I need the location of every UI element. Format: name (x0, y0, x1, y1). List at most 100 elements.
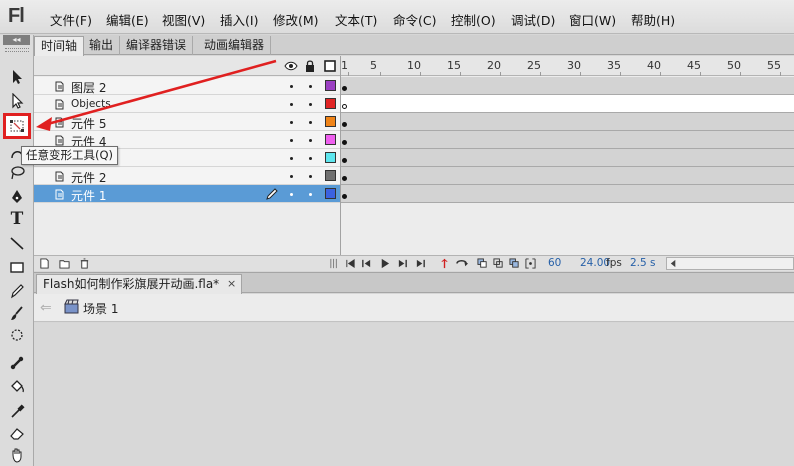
line-icon[interactable] (6, 233, 28, 253)
keyframe[interactable] (342, 194, 347, 199)
document-tab[interactable]: Flash如何制作彩旗展开动画.fla* × (36, 274, 243, 294)
keyframe[interactable] (342, 176, 347, 181)
layer-name[interactable]: 元件 2 (71, 169, 106, 186)
menu-text[interactable]: 文本(T) (335, 10, 377, 29)
empty-keyframe[interactable] (342, 104, 347, 109)
eye-icon[interactable] (284, 59, 298, 73)
close-icon[interactable]: × (227, 275, 236, 293)
selection-arrow-icon[interactable] (6, 67, 28, 87)
layer-outline-color[interactable] (325, 170, 336, 181)
visibility-toggle[interactable] (290, 103, 293, 106)
frame-row[interactable] (341, 113, 794, 131)
layer-name[interactable]: 元件 5 (71, 115, 106, 132)
lock-toggle[interactable] (309, 121, 312, 124)
layer-row[interactable]: 元件 5 (34, 113, 340, 131)
prev-frame-icon[interactable] (360, 257, 372, 270)
lock-toggle[interactable] (309, 157, 312, 160)
eyedropper-icon[interactable] (6, 401, 28, 421)
scroll-grip-icon[interactable] (328, 257, 340, 270)
modify-onion-markers-icon[interactable] (524, 257, 536, 270)
tab-output[interactable]: 输出 (83, 36, 121, 55)
back-arrow-icon[interactable]: ⇐ (40, 300, 52, 316)
keyframe[interactable] (342, 86, 347, 91)
eraser-icon[interactable] (6, 423, 28, 443)
layer-outline-color[interactable] (325, 188, 336, 199)
menu-help[interactable]: 帮助(H) (631, 10, 675, 29)
rectangle-icon[interactable] (6, 257, 28, 277)
center-frame-icon[interactable] (438, 257, 450, 270)
layer-name[interactable]: 图层 2 (71, 79, 106, 96)
new-layer-icon[interactable] (38, 257, 50, 270)
free-transform-icon[interactable] (3, 113, 31, 139)
menu-view[interactable]: 视图(V) (162, 10, 205, 29)
visibility-toggle[interactable] (290, 193, 293, 196)
pencil-icon[interactable] (6, 281, 28, 301)
paint-bucket-icon[interactable] (6, 377, 28, 397)
layer-row[interactable]: 元件 2 (34, 167, 340, 185)
frame-row[interactable] (341, 131, 794, 149)
menu-commands[interactable]: 命令(C) (393, 10, 436, 29)
last-frame-icon[interactable] (414, 257, 426, 270)
frame-row[interactable] (341, 149, 794, 167)
lock-toggle[interactable] (309, 103, 312, 106)
outline-icon[interactable] (323, 59, 337, 73)
frame-row[interactable] (341, 95, 794, 113)
layer-row[interactable]: 元件 1 (34, 185, 340, 203)
layer-outline-color[interactable] (325, 116, 336, 127)
visibility-toggle[interactable] (290, 85, 293, 88)
visibility-toggle[interactable] (290, 139, 293, 142)
layer-name[interactable]: 元件 1 (71, 187, 106, 204)
menu-edit[interactable]: 编辑(E) (106, 10, 149, 29)
tab-timeline[interactable]: 时间轴 (34, 36, 85, 56)
keyframe[interactable] (342, 122, 347, 127)
lock-toggle[interactable] (309, 193, 312, 196)
menu-file[interactable]: 文件(F) (50, 10, 92, 29)
next-frame-icon[interactable] (396, 257, 408, 270)
deco-icon[interactable] (6, 325, 28, 345)
brush-icon[interactable] (6, 303, 28, 323)
layer-row[interactable]: 图层 2 (34, 77, 340, 95)
stage-area[interactable] (34, 323, 794, 466)
layer-row[interactable]: Objects (34, 95, 340, 113)
keyframe[interactable] (342, 158, 347, 163)
lock-icon[interactable] (303, 59, 317, 73)
pen-icon[interactable] (6, 187, 28, 207)
new-folder-icon[interactable] (58, 257, 70, 270)
loop-icon[interactable] (454, 257, 470, 270)
menu-insert[interactable]: 插入(I) (220, 10, 258, 29)
subselection-arrow-icon[interactable] (6, 91, 28, 111)
current-frame-value[interactable]: 60 (548, 257, 561, 269)
layer-outline-color[interactable] (325, 134, 336, 145)
panel-grip[interactable] (5, 48, 29, 52)
bone-icon[interactable] (6, 353, 28, 373)
lasso-icon[interactable] (6, 163, 28, 183)
menu-modify[interactable]: 修改(M) (273, 10, 319, 29)
layer-outline-color[interactable] (325, 98, 336, 109)
lock-toggle[interactable] (309, 139, 312, 142)
visibility-toggle[interactable] (290, 157, 293, 160)
scroll-left-icon[interactable] (669, 259, 678, 268)
tab-motion-editor[interactable]: 动画编辑器 (198, 36, 272, 55)
menu-control[interactable]: 控制(O) (451, 10, 496, 29)
keyframe[interactable] (342, 140, 347, 145)
scene-name[interactable]: 场景 1 (83, 300, 118, 317)
timeline-divider[interactable] (340, 56, 341, 271)
onion-outlines-icon[interactable] (492, 257, 504, 270)
timeline-horizontal-scrollbar[interactable] (666, 257, 794, 270)
frame-row[interactable] (341, 167, 794, 185)
frame-row[interactable] (341, 185, 794, 203)
menu-debug[interactable]: 调试(D) (511, 10, 555, 29)
visibility-toggle[interactable] (290, 121, 293, 124)
layer-outline-color[interactable] (325, 152, 336, 163)
text-icon[interactable]: T (6, 209, 28, 229)
layer-name[interactable]: Objects (71, 98, 111, 110)
frame-row[interactable] (341, 77, 794, 95)
edit-multiple-frames-icon[interactable] (508, 257, 520, 270)
hand-icon[interactable] (6, 445, 28, 465)
onion-skin-icon[interactable] (476, 257, 488, 270)
lock-toggle[interactable] (309, 175, 312, 178)
collapse-panel-button[interactable]: ◂◂ (3, 35, 30, 45)
trash-icon[interactable] (78, 257, 90, 270)
visibility-toggle[interactable] (290, 175, 293, 178)
layer-outline-color[interactable] (325, 80, 336, 91)
